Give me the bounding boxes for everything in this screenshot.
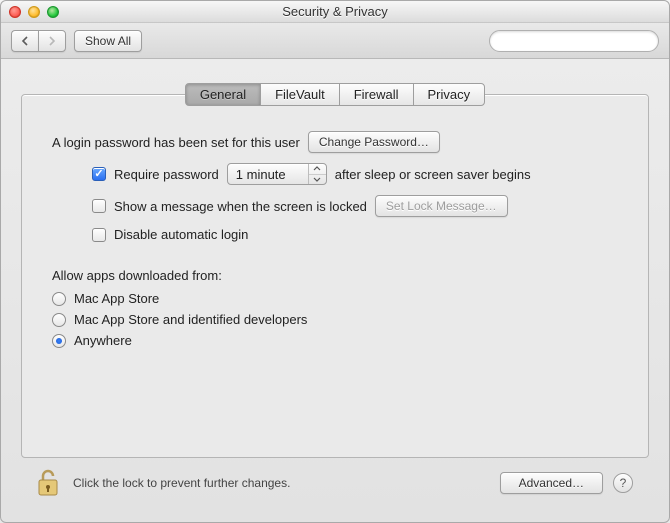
advanced-button[interactable]: Advanced… xyxy=(500,472,603,494)
require-password-checkbox[interactable] xyxy=(92,167,106,181)
general-pane: A login password has been set for this u… xyxy=(21,94,649,458)
show-message-label: Show a message when the screen is locked xyxy=(114,199,367,214)
require-password-label-before: Require password xyxy=(114,167,219,182)
search-input[interactable] xyxy=(500,34,655,48)
help-button[interactable]: ? xyxy=(613,473,633,493)
gatekeeper-heading: Allow apps downloaded from: xyxy=(52,268,618,283)
require-password-row: Require password 1 minute after sleep or… xyxy=(92,163,618,185)
chevron-right-icon xyxy=(47,36,57,46)
back-button[interactable] xyxy=(11,30,38,52)
require-password-label-after: after sleep or screen saver begins xyxy=(335,167,531,182)
tab-filevault[interactable]: FileVault xyxy=(260,83,340,106)
traffic-lights xyxy=(9,6,59,18)
gatekeeper-radio-identified[interactable] xyxy=(52,313,66,327)
gatekeeper-label-appstore: Mac App Store xyxy=(74,291,159,306)
disable-auto-login-label: Disable automatic login xyxy=(114,227,248,242)
show-message-row: Show a message when the screen is locked… xyxy=(92,195,618,217)
require-password-delay-popup[interactable]: 1 minute xyxy=(227,163,327,185)
lock-message: Click the lock to prevent further change… xyxy=(73,476,490,490)
disable-auto-login-checkbox[interactable] xyxy=(92,228,106,242)
lock-button[interactable] xyxy=(37,468,63,498)
tab-privacy[interactable]: Privacy xyxy=(413,83,486,106)
stepper-icon xyxy=(308,164,326,184)
tab-general[interactable]: General xyxy=(185,83,261,106)
require-password-delay-value: 1 minute xyxy=(236,167,286,182)
tabs: General FileVault Firewall Privacy xyxy=(21,83,649,106)
login-password-message: A login password has been set for this u… xyxy=(52,135,300,150)
show-message-checkbox[interactable] xyxy=(92,199,106,213)
content: General FileVault Firewall Privacy A log… xyxy=(1,59,669,522)
chevron-up-icon xyxy=(313,166,321,171)
gatekeeper-option-appstore: Mac App Store xyxy=(52,291,618,306)
chevron-down-icon xyxy=(313,177,321,182)
zoom-window-button[interactable] xyxy=(47,6,59,18)
change-password-button[interactable]: Change Password… xyxy=(308,131,440,153)
lock-open-icon xyxy=(37,468,63,498)
forward-button[interactable] xyxy=(38,30,66,52)
titlebar: Security & Privacy xyxy=(1,1,669,23)
nav-segment xyxy=(11,30,66,52)
gatekeeper-radio-appstore[interactable] xyxy=(52,292,66,306)
chevron-left-icon xyxy=(20,36,30,46)
login-password-row: A login password has been set for this u… xyxy=(52,131,618,153)
gatekeeper-option-anywhere: Anywhere xyxy=(52,333,618,348)
minimize-window-button[interactable] xyxy=(28,6,40,18)
show-all-button[interactable]: Show All xyxy=(74,30,142,52)
gatekeeper-option-identified: Mac App Store and identified developers xyxy=(52,312,618,327)
disable-auto-login-row: Disable automatic login xyxy=(92,227,618,242)
tab-firewall[interactable]: Firewall xyxy=(339,83,414,106)
window-title: Security & Privacy xyxy=(1,4,669,19)
prefs-window: Security & Privacy Show All General File… xyxy=(0,0,670,523)
set-lock-message-button[interactable]: Set Lock Message… xyxy=(375,195,508,217)
footer: Click the lock to prevent further change… xyxy=(21,458,649,508)
search-field[interactable] xyxy=(489,30,659,52)
toolbar: Show All xyxy=(1,23,669,59)
close-window-button[interactable] xyxy=(9,6,21,18)
gatekeeper-label-anywhere: Anywhere xyxy=(74,333,132,348)
gatekeeper-label-identified: Mac App Store and identified developers xyxy=(74,312,307,327)
gatekeeper-radio-anywhere[interactable] xyxy=(52,334,66,348)
